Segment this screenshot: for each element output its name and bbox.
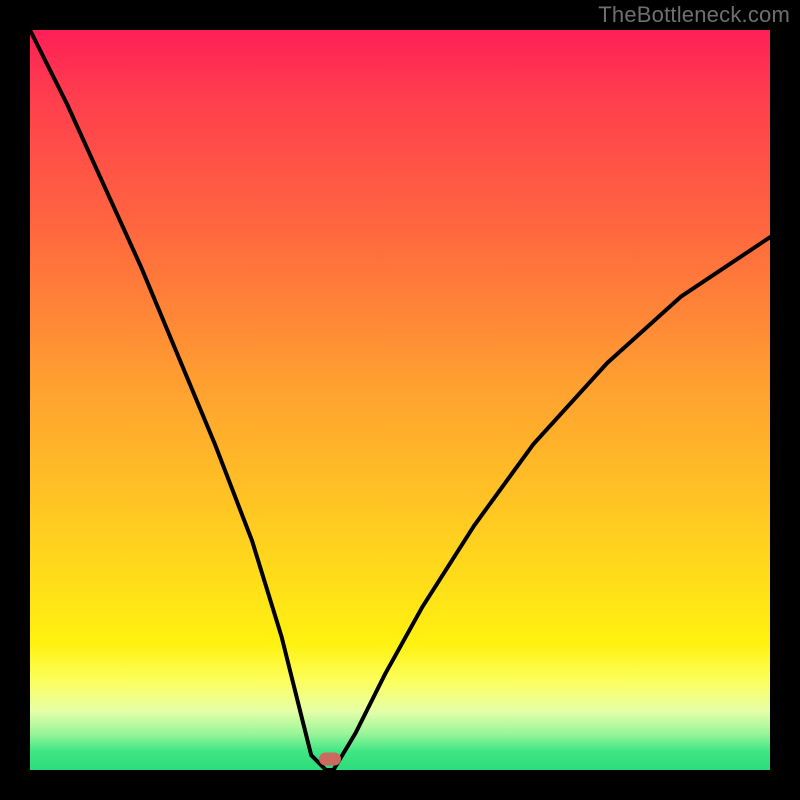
- chart-frame: TheBottleneck.com: [0, 0, 800, 800]
- watermark-text: TheBottleneck.com: [598, 2, 790, 28]
- bottleneck-curve: [30, 30, 770, 770]
- plot-area: [30, 30, 770, 770]
- curve-path: [30, 30, 770, 770]
- optimal-marker: [319, 752, 341, 765]
